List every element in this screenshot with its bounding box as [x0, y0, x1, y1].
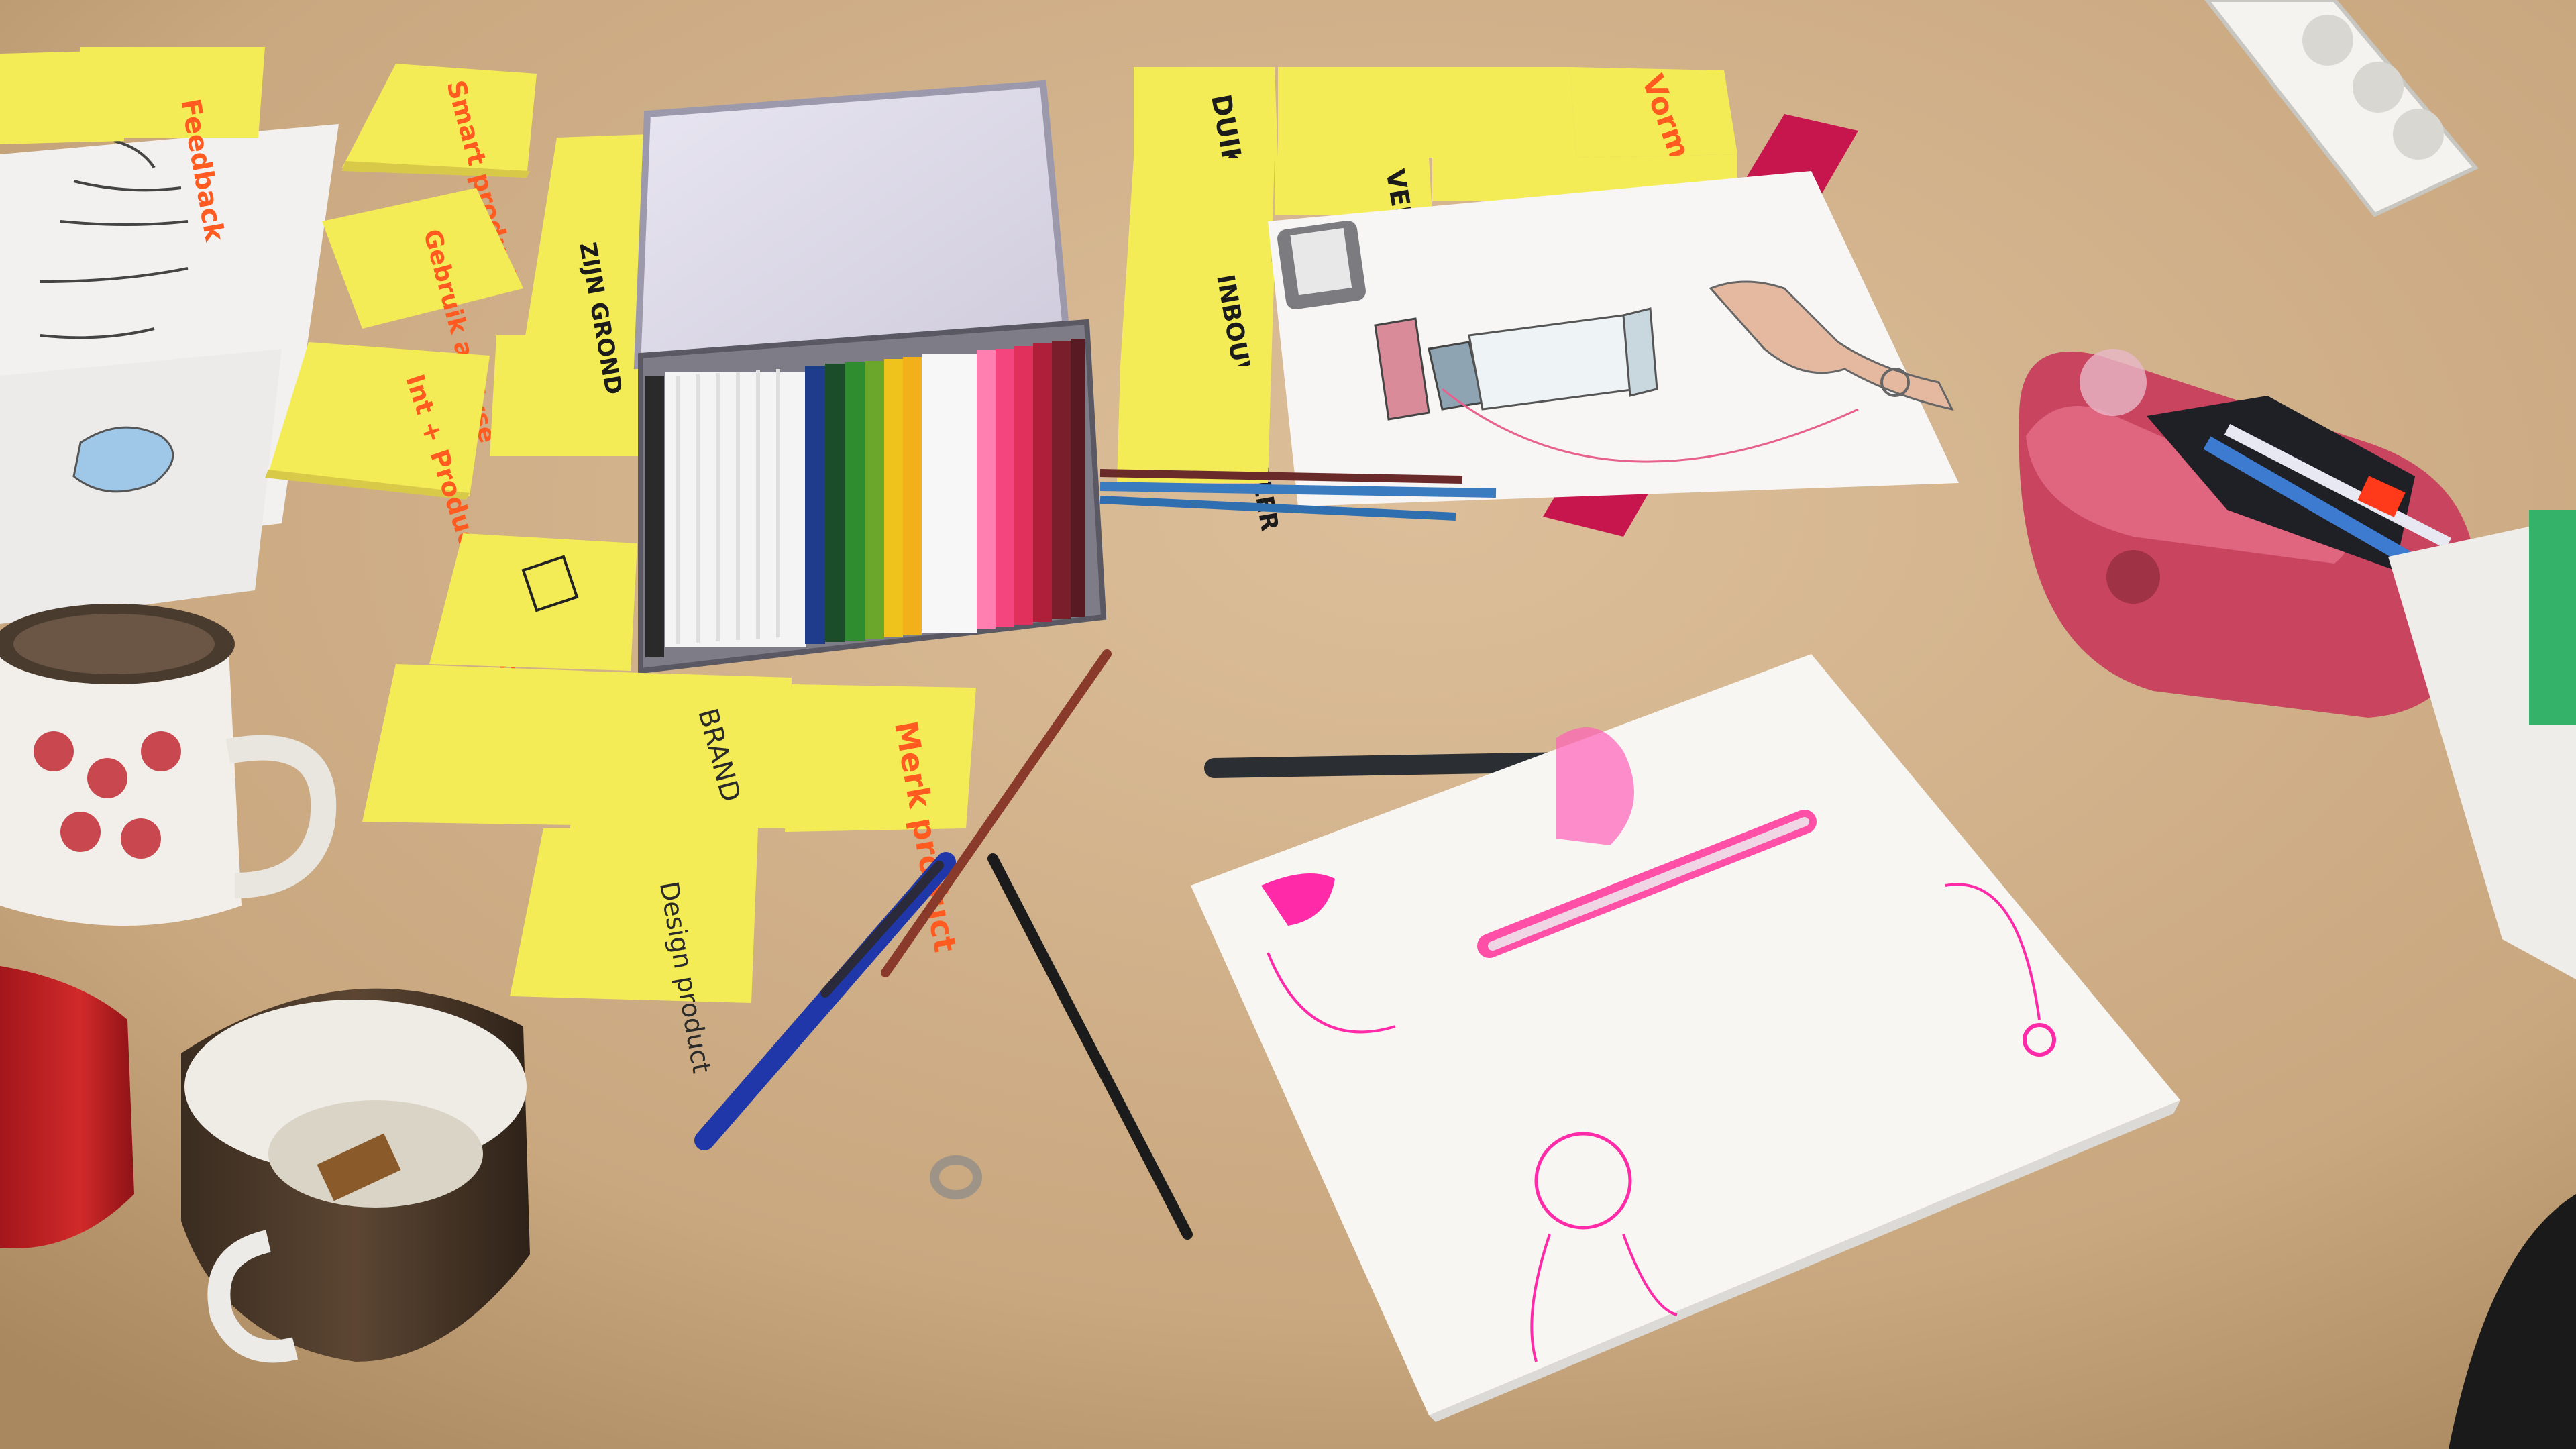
green-bottle: [2529, 510, 2576, 724]
workshop-table-scene: Feedback Smart product Gebruik analyse I…: [0, 0, 2576, 1449]
mug-icon-brown: [181, 988, 530, 1363]
pencil-row: [645, 339, 1085, 657]
pencil-tin-icon: [633, 80, 1107, 674]
